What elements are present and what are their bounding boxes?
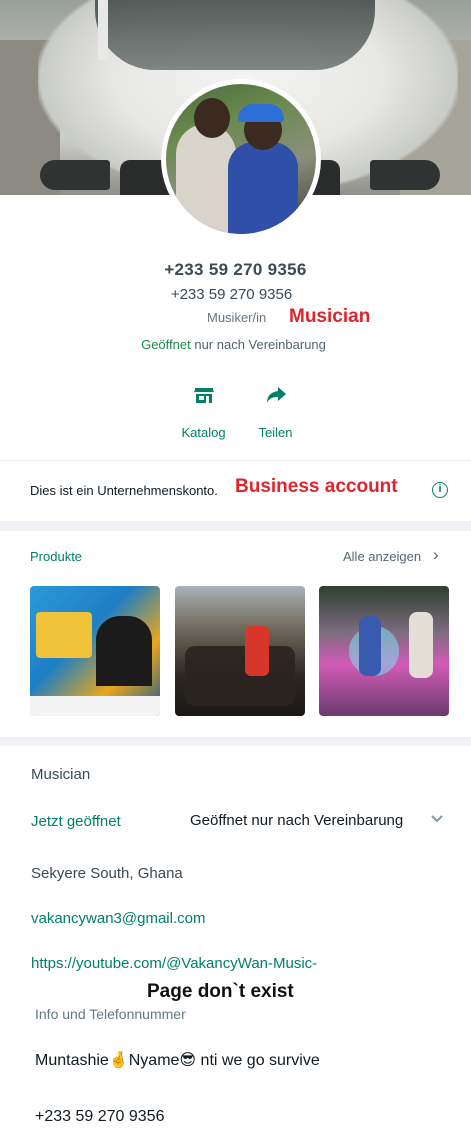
storefront-icon [193,388,214,403]
share-arrow-icon [266,387,286,403]
info-and-phone-label: Info und Telefonnummer [35,1006,186,1022]
profile-avatar[interactable] [161,79,321,239]
section-divider [0,737,471,746]
profile-category: Musiker/in [207,310,267,325]
product-thumbnail[interactable] [175,586,305,716]
poster-footer [30,696,160,716]
detail-category: Musician [31,766,91,783]
avatar-photo [166,84,316,234]
cover-car-windshield [95,0,375,70]
chevron-right-icon[interactable]: › [433,545,439,565]
products-heading: Produkte [30,549,83,564]
open-now-status[interactable]: Jetzt geöffnet [31,813,121,830]
website-annotation: Page don`t exist [147,981,294,1002]
poster-person [96,616,152,686]
info-icon[interactable]: i [432,482,448,498]
profile-name: +233 59 270 9356 [164,260,307,279]
business-account-text: Dies ist ein Unternehmenskonto. [30,483,218,498]
hours-value[interactable]: Geöffnet nur nach Vereinbarung [190,812,403,829]
avatar-head-left [194,98,230,138]
about-text: Muntashie🤞Nyame😎 nti we go survive [35,1052,320,1069]
profile-phone: +233 59 270 9356 [170,286,293,303]
catalog-label: Katalog [181,425,226,440]
hours-summary: Geöffnet nur nach Vereinbarung [0,337,469,352]
crowd-shape [185,646,295,706]
performer-right [409,612,433,678]
avatar-cap [238,104,284,122]
avatar-person-left [176,124,236,234]
hours-open-label: Geöffnet [141,337,191,352]
email-link[interactable]: vakancywan3@gmail.com [31,910,205,927]
cover-headlight-right [370,160,440,190]
chevron-down-icon[interactable] [430,812,444,826]
performer-left [359,616,381,676]
category-annotation: Musician [289,306,371,327]
product-thumbnail[interactable] [319,586,449,716]
see-all-link[interactable]: Alle anzeigen [343,549,421,564]
business-annotation: Business account [235,476,398,497]
avatar-person-right [228,142,298,234]
person-red-shirt [245,626,269,676]
poster-title-block [36,612,92,658]
catalog-button[interactable]: Katalog [176,383,231,440]
cover-pole [98,0,108,60]
product-thumbnail[interactable] [30,586,160,716]
info-phone-number[interactable]: +233 59 270 9356 [35,1108,164,1126]
location-text: Sekyere South, Ghana [31,865,183,882]
cover-headlight-left [40,160,110,190]
section-divider [0,521,471,531]
website-link[interactable]: https://youtube.com/@VakancyWan-Music- [31,955,317,972]
share-button[interactable]: Teilen [253,383,298,440]
share-label: Teilen [258,425,293,440]
hours-rest-label: nur nach Vereinbarung [190,337,326,352]
